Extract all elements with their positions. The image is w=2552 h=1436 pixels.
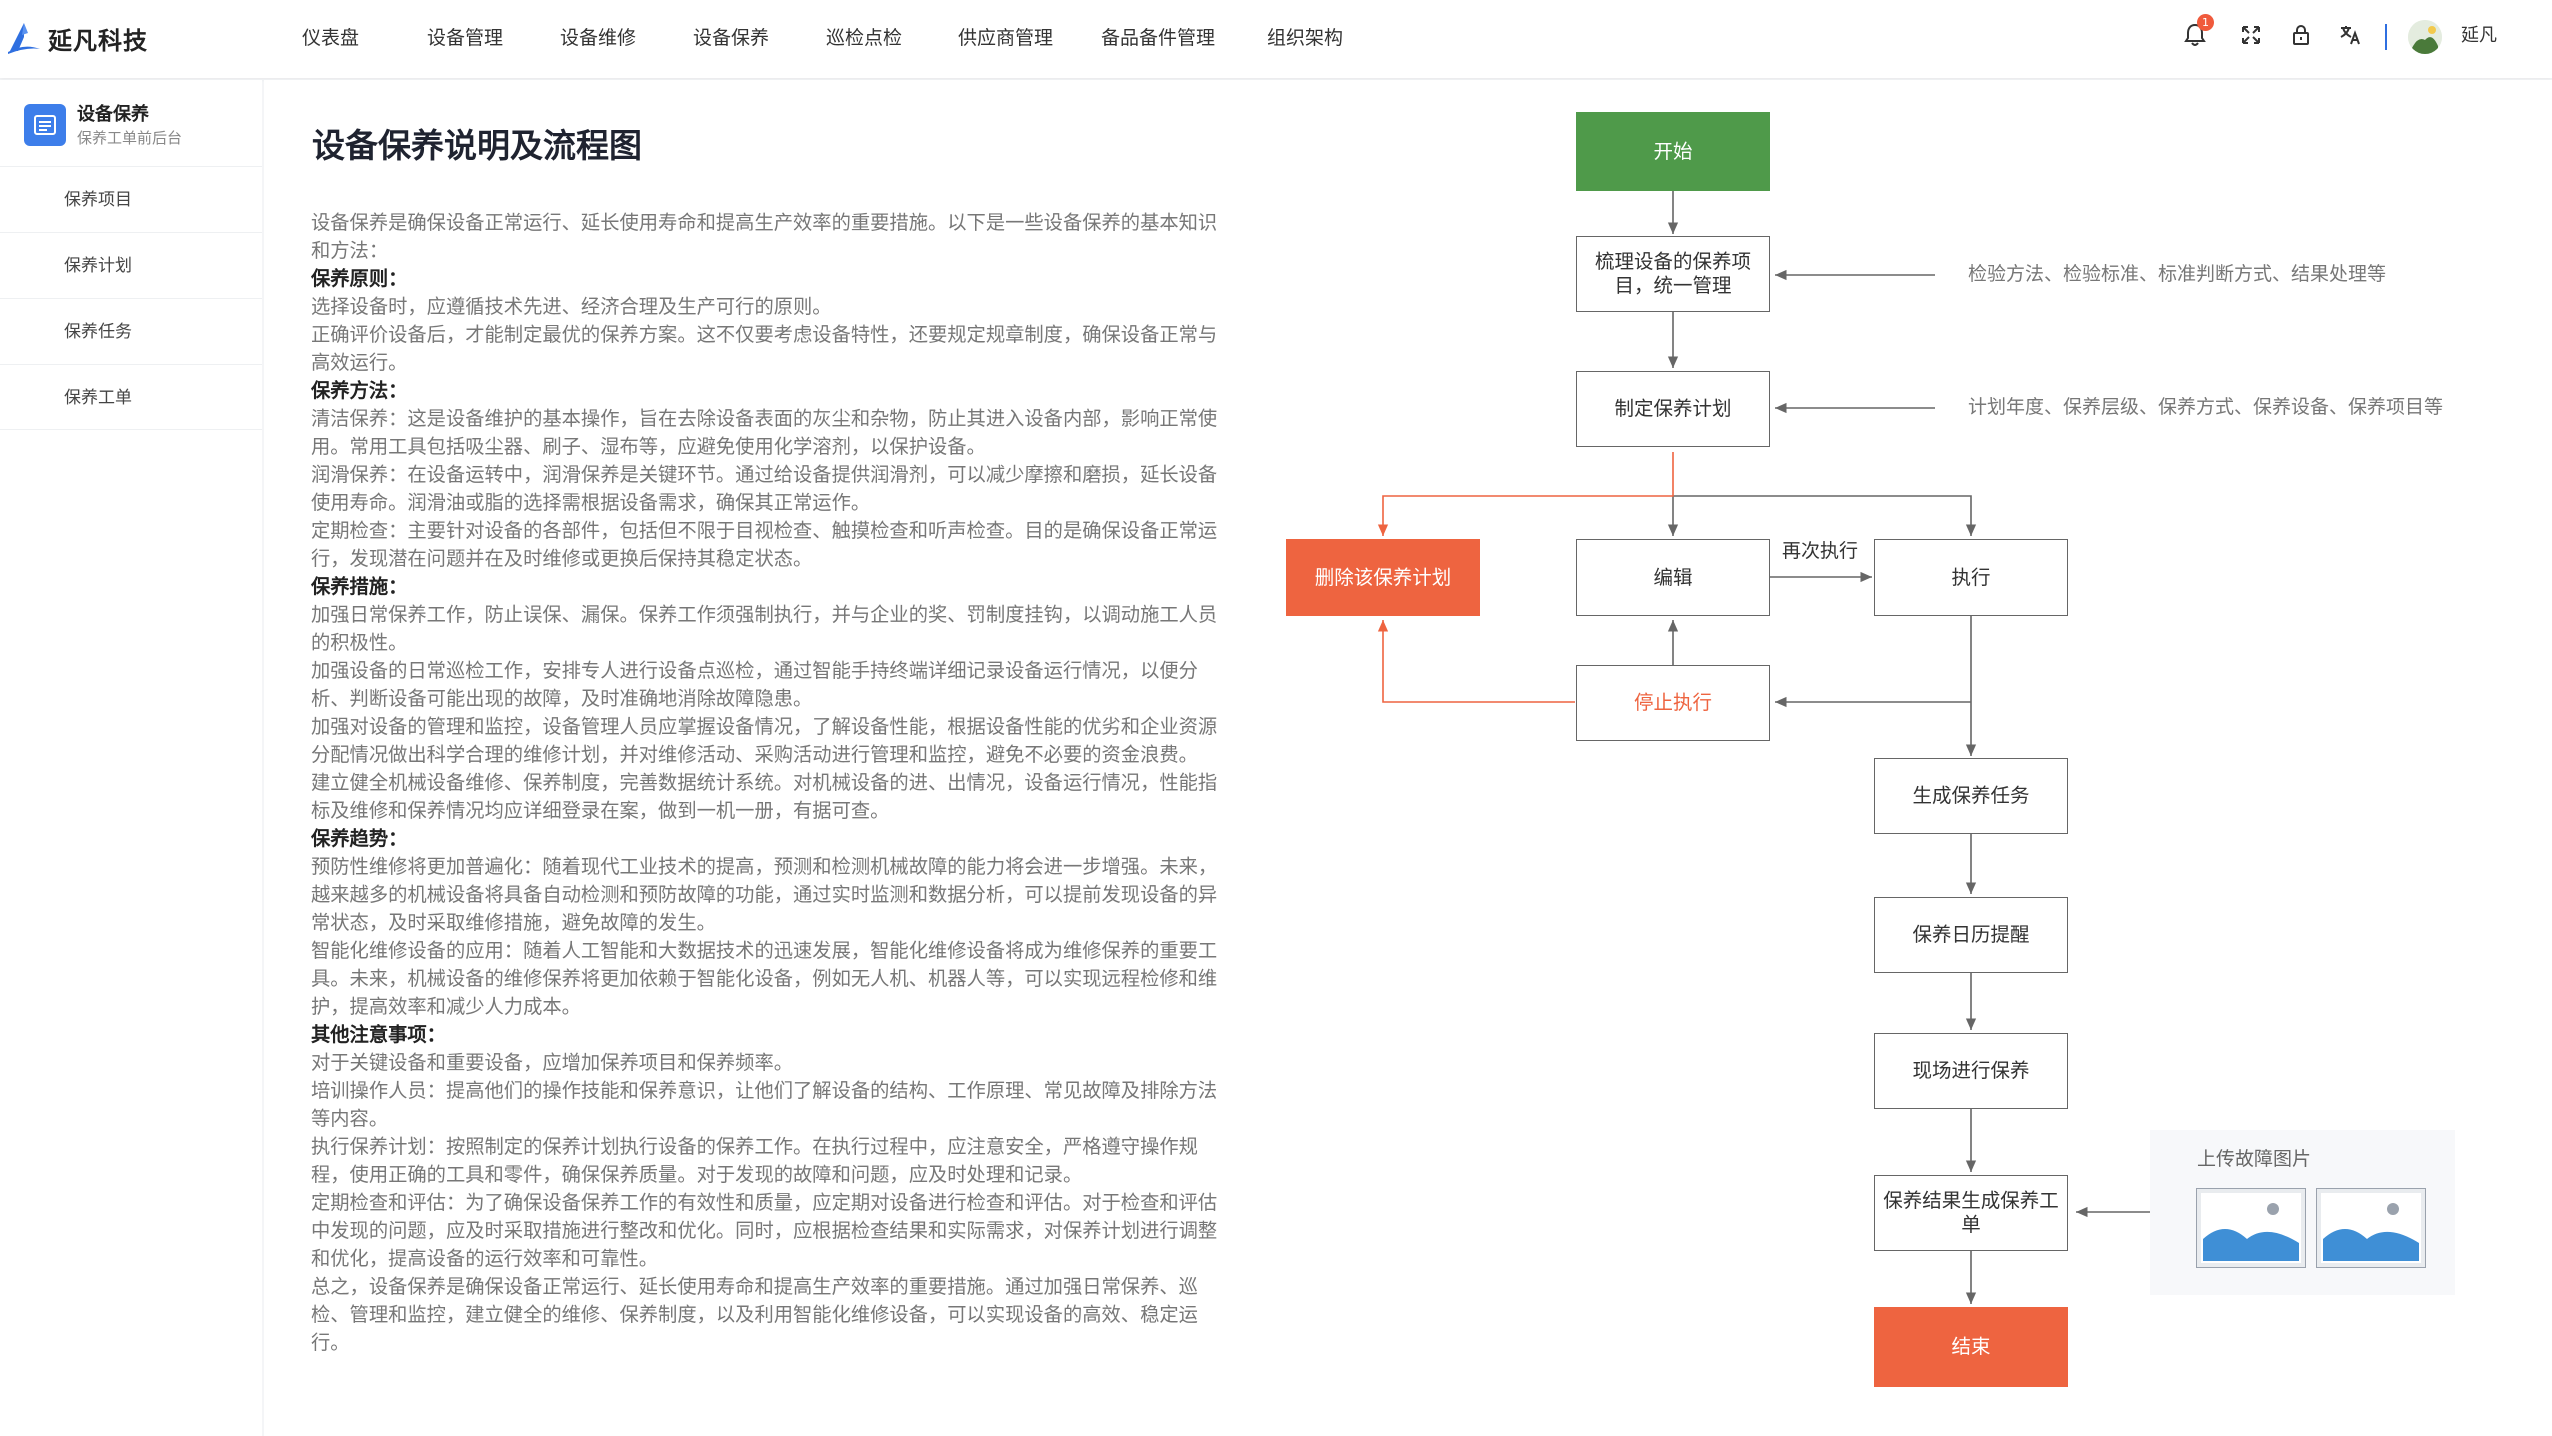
flow-generate-task: 生成保养任务 (1874, 758, 2068, 834)
flow-result-order: 保养结果生成保养工单 (1874, 1175, 2068, 1251)
flow-start: 开始 (1576, 112, 1770, 191)
image-placeholder-icon (2321, 1193, 2421, 1263)
note-plan: 计划年度、保养层级、保养方式、保养设备、保养项目等 (1968, 396, 2444, 418)
upload-title: 上传故障图片 (2197, 1148, 2312, 1170)
flow-stop-execution: 停止执行 (1576, 665, 1770, 741)
flow-make-plan: 制定保养计划 (1576, 371, 1770, 447)
flow-end: 结束 (1874, 1307, 2068, 1387)
label-reexecute: 再次执行 (1782, 540, 1859, 562)
fault-image-thumbnail[interactable] (2196, 1188, 2306, 1268)
flow-execute: 执行 (1874, 539, 2068, 616)
note-sort-items: 检验方法、检验标准、标准判断方式、结果处理等 (1968, 263, 2387, 285)
flow-delete-plan: 删除该保养计划 (1286, 539, 1480, 616)
image-placeholder-icon (2201, 1193, 2301, 1263)
flow-edit: 编辑 (1576, 539, 1770, 616)
fault-image-thumbnail[interactable] (2316, 1188, 2426, 1268)
flow-sort-items: 梳理设备的保养项目，统一管理 (1576, 236, 1770, 312)
flow-calendar-reminder: 保养日历提醒 (1874, 897, 2068, 973)
flow-onsite-maintenance: 现场进行保养 (1874, 1033, 2068, 1109)
